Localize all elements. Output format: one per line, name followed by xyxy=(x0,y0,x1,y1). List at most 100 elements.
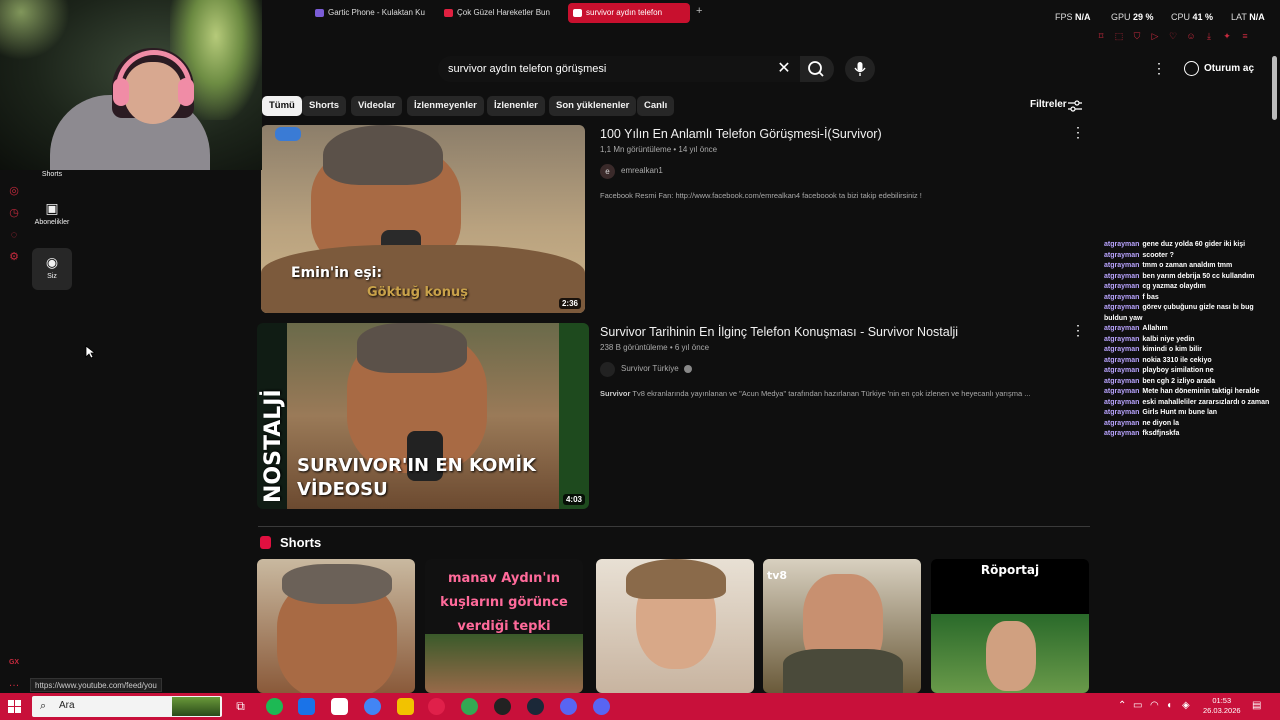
tray-language-icon[interactable]: ◈ xyxy=(1182,700,1190,711)
windows-start-icon[interactable] xyxy=(8,700,21,713)
chat-message: atgrayman eski mahalleliler zararsızlardı… xyxy=(1104,398,1274,409)
steam-icon[interactable] xyxy=(527,698,544,715)
opera-gx-icon[interactable] xyxy=(428,698,445,715)
channel-link[interactable]: e emrealkan1 xyxy=(600,164,663,179)
obs-icon[interactable] xyxy=(494,698,511,715)
tray-wifi-icon[interactable]: ◠ xyxy=(1150,700,1159,711)
bookmark-icon[interactable]: ⌑ xyxy=(1092,31,1110,42)
task-view-icon[interactable]: ⧉ xyxy=(232,698,249,715)
short-card[interactable] xyxy=(257,559,415,693)
sidebar-item-subscriptions[interactable]: ▣ Abonelikler xyxy=(32,200,72,226)
chip-shorts[interactable]: Shorts xyxy=(302,96,347,116)
video-title[interactable]: Survivor Tarihinin En İlginç Telefon Kon… xyxy=(600,325,958,339)
chat-message: atgrayman gene duz yolda 60 gider iki kiş… xyxy=(1104,240,1274,251)
new-tab-button[interactable]: + xyxy=(696,5,702,17)
app-icon[interactable] xyxy=(560,698,577,715)
sidebar-item-you[interactable]: ◉ Siz xyxy=(32,248,72,290)
tray-chevron-icon[interactable]: ⌃ xyxy=(1118,700,1126,711)
chat-username: atgrayman xyxy=(1104,304,1140,311)
store-icon[interactable] xyxy=(331,698,348,715)
sidebar-item-shorts[interactable]: Shorts xyxy=(32,171,72,178)
voice-search-button[interactable] xyxy=(845,56,875,82)
sidebar-item-label: Abonelikler xyxy=(34,219,70,226)
chat-username: atgrayman xyxy=(1104,430,1140,437)
browser-tab-active[interactable]: survivor aydın telefon xyxy=(568,3,690,23)
browser-tab-gartic[interactable]: Gartic Phone - Kulaktan Ku xyxy=(310,3,432,23)
taskbar-search-input[interactable]: ⌕ Ara xyxy=(32,696,222,717)
short-card[interactable] xyxy=(596,559,754,693)
more-icon[interactable]: … xyxy=(7,676,21,690)
channel-name: Survivor Türkiye xyxy=(621,364,679,373)
chat-username: atgrayman xyxy=(1104,241,1140,248)
chrome-alt-icon[interactable] xyxy=(461,698,478,715)
sign-in-button[interactable]: Oturum aç xyxy=(1184,60,1254,78)
search-button[interactable] xyxy=(800,56,834,82)
tray-network-icon[interactable]: ▭ xyxy=(1133,700,1142,711)
chat-message: atgrayman cg yazmaz olaydım xyxy=(1104,282,1274,293)
chip-recently-uploaded[interactable]: Son yüklenenler xyxy=(549,96,637,116)
player-icon[interactable]: ▷ xyxy=(1146,31,1164,42)
video-meta: 1,1 Mn görüntüleme • 14 yıl önce xyxy=(600,145,718,154)
download-icon[interactable]: ⤓ xyxy=(1200,31,1218,42)
video-menu-button[interactable]: ⋮ xyxy=(1071,322,1085,339)
short-caption: Röportaj xyxy=(980,563,1040,577)
notifications-icon[interactable]: ▤ xyxy=(1252,700,1261,711)
clear-search-button[interactable]: ✕ xyxy=(776,60,792,78)
profile-icon[interactable]: ☺ xyxy=(1182,31,1200,41)
video-menu-button[interactable]: ⋮ xyxy=(1071,124,1085,141)
tab-label: survivor aydın telefon xyxy=(586,8,663,17)
chat-username: atgrayman xyxy=(1104,346,1140,353)
chat-icon[interactable]: ◌ xyxy=(7,228,21,242)
chip-live[interactable]: Canlı xyxy=(637,96,675,116)
snapshot-icon[interactable]: ⬚ xyxy=(1110,31,1128,42)
clock-icon[interactable]: ◷ xyxy=(7,206,21,220)
short-caption: tv8 xyxy=(767,569,788,582)
chat-username: atgrayman xyxy=(1104,335,1140,343)
chat-username: atgrayman xyxy=(1104,262,1140,269)
discord-icon[interactable] xyxy=(593,698,610,715)
filters-icon[interactable] xyxy=(1068,100,1082,112)
video-title[interactable]: 100 Yılın En Anlamlı Telefon Görüşmesi-İ… xyxy=(600,127,882,141)
history-icon[interactable]: ◎ xyxy=(7,184,21,198)
mail-icon[interactable] xyxy=(298,698,315,715)
chat-username: atgrayman xyxy=(1104,367,1140,374)
clock-date: 26.03.2026 xyxy=(1203,706,1241,715)
file-explorer-icon[interactable] xyxy=(397,698,414,715)
channel-link[interactable]: Survivor Türkiye xyxy=(600,362,692,377)
video-thumbnail[interactable]: NOSTALJİ SURVIVOR'IN EN KOMİK VİDEOSU 4:… xyxy=(257,323,589,509)
video-thumbnail[interactable]: Emin'in eşi: Göktuğ konuş 2:36 xyxy=(261,125,585,313)
chip-all[interactable]: Tümü xyxy=(262,96,302,116)
chat-username: atgrayman xyxy=(1104,272,1140,280)
tray-volume-icon[interactable]: ◖ xyxy=(1166,700,1172,711)
menu-icon[interactable]: ≡ xyxy=(1236,31,1254,41)
more-options-button[interactable]: ⋮ xyxy=(1152,60,1166,77)
chip-videos[interactable]: Videolar xyxy=(351,96,403,116)
scrollbar[interactable] xyxy=(1272,56,1277,120)
browser-left-rail: ◎ ◷ ◌ ⚙ GX … xyxy=(0,170,28,690)
chrome-icon[interactable] xyxy=(364,698,381,715)
chip-unwatched[interactable]: İzlenmeyenler xyxy=(407,96,484,116)
short-card[interactable]: manav Aydın'ın kuşlarını görünce verdiği… xyxy=(425,559,583,693)
filters-button[interactable]: Filtreler xyxy=(1030,99,1067,110)
ai-icon[interactable]: ✦ xyxy=(1218,31,1236,42)
spotify-icon[interactable] xyxy=(266,698,283,715)
chip-watched[interactable]: İzlenenler xyxy=(487,96,545,116)
chat-text: playboy similation ne xyxy=(1142,367,1214,374)
short-card[interactable]: tv8 xyxy=(763,559,921,693)
video-description: Survivor Tv8 ekranlarında yayınlanan ve … xyxy=(600,389,1030,398)
verified-icon xyxy=(683,364,692,373)
account-icon xyxy=(1184,61,1199,76)
settings-icon[interactable]: ⚙ xyxy=(7,250,21,264)
search-input[interactable]: survivor aydın telefon görüşmesi xyxy=(438,56,800,82)
chat-username: atgrayman xyxy=(1104,325,1140,332)
youtube-favicon-icon xyxy=(444,9,453,17)
stream-chat: atgrayman gene duz yolda 60 gider iki kiş… xyxy=(1104,240,1274,440)
browser-tab-hareketler[interactable]: Çok Güzel Hareketler Bun xyxy=(439,3,557,23)
shield-icon[interactable]: ⛉ xyxy=(1128,31,1146,42)
heart-icon[interactable]: ♡ xyxy=(1164,31,1182,42)
user-circle-icon: ◉ xyxy=(45,254,59,270)
short-card[interactable]: Röportaj xyxy=(931,559,1089,693)
youtube-favicon-icon xyxy=(573,9,582,17)
taskbar-clock[interactable]: 01:53 26.03.2026 xyxy=(1203,696,1241,716)
chat-message: atgrayman tmm o zaman analdım tmm xyxy=(1104,261,1274,272)
